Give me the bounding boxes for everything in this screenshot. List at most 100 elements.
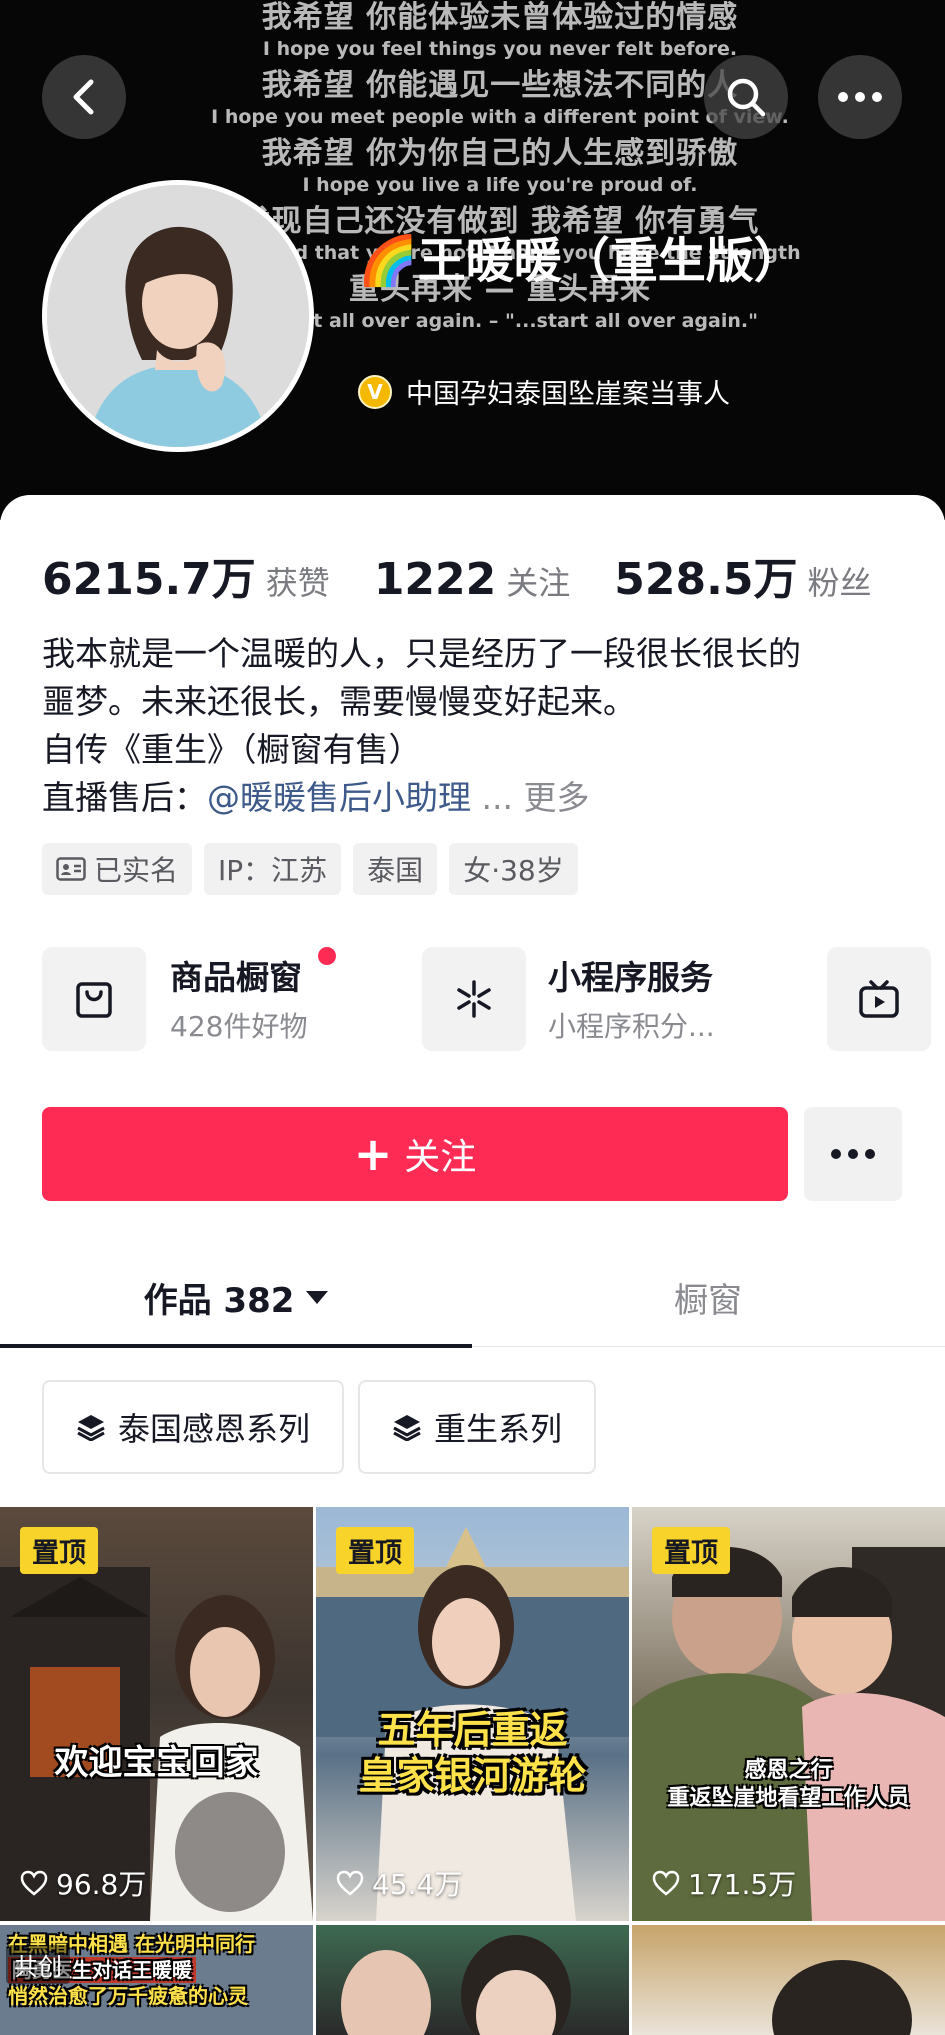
mini-program-title[interactable]: 小程序服务 [548, 951, 713, 999]
plus-icon: + [353, 1127, 393, 1181]
like-count: 171.5万 [652, 1863, 796, 1903]
tag-location: 泰国 [353, 843, 438, 895]
content-tabs: 作品 382 橱窗 [0, 1247, 945, 1348]
follow-label: 关注 [404, 1137, 477, 1178]
like-count-value: 45.4万 [372, 1868, 463, 1901]
tab-works[interactable]: 作品 382 [0, 1247, 472, 1348]
stat-likes-label: 获赞 [265, 564, 330, 602]
tag-label: 女·38岁 [463, 854, 564, 887]
collection-chip[interactable]: 重生系列 [358, 1380, 597, 1474]
bio-line: 自传《重生》（橱窗有售） [42, 730, 422, 769]
tag-gender-age: 女·38岁 [449, 843, 578, 895]
caption-line: 感恩之行 [744, 1758, 833, 1783]
follow-button[interactable]: + 关注 [42, 1107, 788, 1201]
active-tab-indicator [0, 1344, 472, 1348]
tag-label: 已实名 [94, 854, 179, 887]
video-thumbnail[interactable] [316, 1925, 629, 2035]
banner-line-en: I hope you live a life you're proud of. [302, 174, 698, 196]
verified-text: 中国孕妇泰国坠崖案当事人 [406, 379, 730, 410]
verified-info: V 中国孕妇泰国坠崖案当事人 [358, 372, 730, 411]
tag-label: IP：江苏 [218, 854, 328, 887]
back-button[interactable] [42, 55, 126, 139]
stat-following[interactable]: 1222 关注 [374, 554, 570, 605]
mini-program-subtitle: 小程序积分... [548, 1010, 715, 1043]
avatar-photo [47, 185, 309, 447]
collection-chip[interactable]: 泰国感恩系列 [42, 1380, 345, 1474]
heart-icon [336, 1870, 364, 1896]
video-thumbnail[interactable] [632, 1925, 945, 2035]
banner-line-cn: 我希望 你为你自己的人生感到骄傲 [261, 136, 739, 171]
search-button[interactable] [704, 55, 788, 139]
bio-ellipsis: ... [471, 778, 524, 817]
video-caption: 欢迎宝宝回家 [54, 1743, 259, 1783]
tab-showcase-label: 橱窗 [674, 1280, 742, 1321]
layers-icon [393, 1415, 421, 1441]
bio-prefix: 直播售后： [42, 778, 207, 817]
shopping-bag-icon [76, 982, 112, 1018]
mini-program-icon [457, 980, 491, 1018]
shop-window-entry[interactable] [42, 947, 146, 1051]
tab-showcase[interactable]: 橱窗 [472, 1247, 944, 1347]
pinned-badge: 置顶 [20, 1527, 98, 1574]
more-options-button[interactable] [818, 55, 902, 139]
shop-window-title[interactable]: 商品橱窗 [170, 951, 302, 999]
banner-line-cn: 我希望 你能体验未曾体验过的情感 [261, 0, 739, 35]
tag-ip: IP：江苏 [204, 843, 342, 895]
like-count-value: 96.8万 [56, 1868, 147, 1901]
avatar[interactable] [42, 180, 314, 452]
stat-followers[interactable]: 528.5万 粉丝 [614, 543, 871, 607]
ellipsis-icon [831, 1149, 875, 1159]
notification-dot [318, 947, 336, 965]
thumbnail-image [341, 1935, 571, 2035]
stat-following-count: 1222 [373, 554, 497, 605]
collection-label: 泰国感恩系列 [118, 1410, 311, 1448]
id-card-icon [56, 857, 86, 881]
thumbnail-image [772, 1960, 912, 2035]
tv-play-icon [859, 980, 899, 1018]
shop-window-subtitle: 428件好物 [170, 1010, 308, 1043]
profile-name: 🌈王暖暖（重生版） [358, 233, 802, 289]
video-thumbnail[interactable]: 置顶 感恩之行 重返坠崖地看望工作人员 171.5万 [632, 1507, 945, 1921]
chevron-left-icon [73, 79, 94, 115]
ellipsis-icon [838, 92, 882, 102]
collection-label: 重生系列 [434, 1410, 563, 1448]
profile-tags: 已实名 IP：江苏 泰国 女·38岁 [42, 843, 578, 895]
verified-badge-icon: V [358, 374, 392, 409]
stat-followers-count: 528.5万 [614, 554, 798, 605]
tab-works-label: 作品 382 [143, 1280, 295, 1321]
stat-likes[interactable]: 6215.7万 获赞 [42, 543, 330, 607]
bio: 我本就是一个温暖的人，只是经历了一段很长很长的 噩梦。未来还很长，需要慢慢变好起… [42, 630, 912, 822]
tag-label: 泰国 [367, 854, 424, 887]
mini-program-entry[interactable] [422, 947, 526, 1051]
tag-verified[interactable]: 已实名 [42, 843, 193, 895]
pinned-badge: 置顶 [652, 1527, 730, 1574]
video-thumbnail[interactable]: 在黑暗中相遇 在光明中同行 陶勇医生对话王暖暖 悄然治愈了万千疲惫的心灵 共创 [0, 1925, 313, 2035]
bio-line: 我本就是一个温暖的人，只是经历了一段很长很长的 [42, 634, 801, 673]
caret-down-icon [306, 1290, 329, 1304]
bio-line: 噩梦。未来还很长，需要慢慢变好起来。 [42, 682, 636, 721]
bio-line: 直播售后：@暖暖售后小助理 ... 更多 [42, 774, 912, 822]
heart-icon [652, 1870, 680, 1896]
video-thumbnail[interactable]: 置顶 欢迎宝宝回家 96.8万 [0, 1507, 313, 1921]
more-actions-button[interactable] [804, 1107, 902, 1201]
bio-more-button[interactable]: 更多 [523, 778, 589, 817]
caption-line: 皇家银河游轮 [358, 1754, 587, 1798]
like-count-value: 171.5万 [688, 1868, 797, 1901]
search-icon [727, 78, 766, 117]
like-count: 45.4万 [336, 1863, 462, 1903]
heart-icon [20, 1870, 48, 1896]
live-entry[interactable] [827, 947, 931, 1051]
caption-line: 悄然治愈了万千疲惫的心灵 [8, 1984, 248, 2008]
video-thumbnail[interactable]: 置顶 五年后重返 皇家银河游轮 45.4万 [316, 1507, 629, 1921]
collections-row: 泰国感恩系列 重生系列 [42, 1380, 597, 1474]
services-row: 商品橱窗 428件好物 小程序服务 小程序积分... [42, 947, 945, 1057]
video-caption: 五年后重返 皇家银河游轮 [316, 1707, 629, 1799]
stat-following-label: 关注 [506, 564, 571, 602]
caption-line: 五年后重返 [377, 1708, 568, 1752]
mention-link[interactable]: @暖暖售后小助理 [207, 778, 471, 817]
co-create-badge: 共创 [6, 1945, 70, 1984]
profile-header: 我希望 你能体验未曾体验过的情感 I hope you feel things … [0, 0, 945, 520]
stats-row: 6215.7万 获赞 1222 关注 528.5万 粉丝 [42, 543, 916, 607]
caption-line: 重返坠崖地看望工作人员 [667, 1786, 910, 1811]
stat-followers-label: 粉丝 [807, 564, 872, 602]
